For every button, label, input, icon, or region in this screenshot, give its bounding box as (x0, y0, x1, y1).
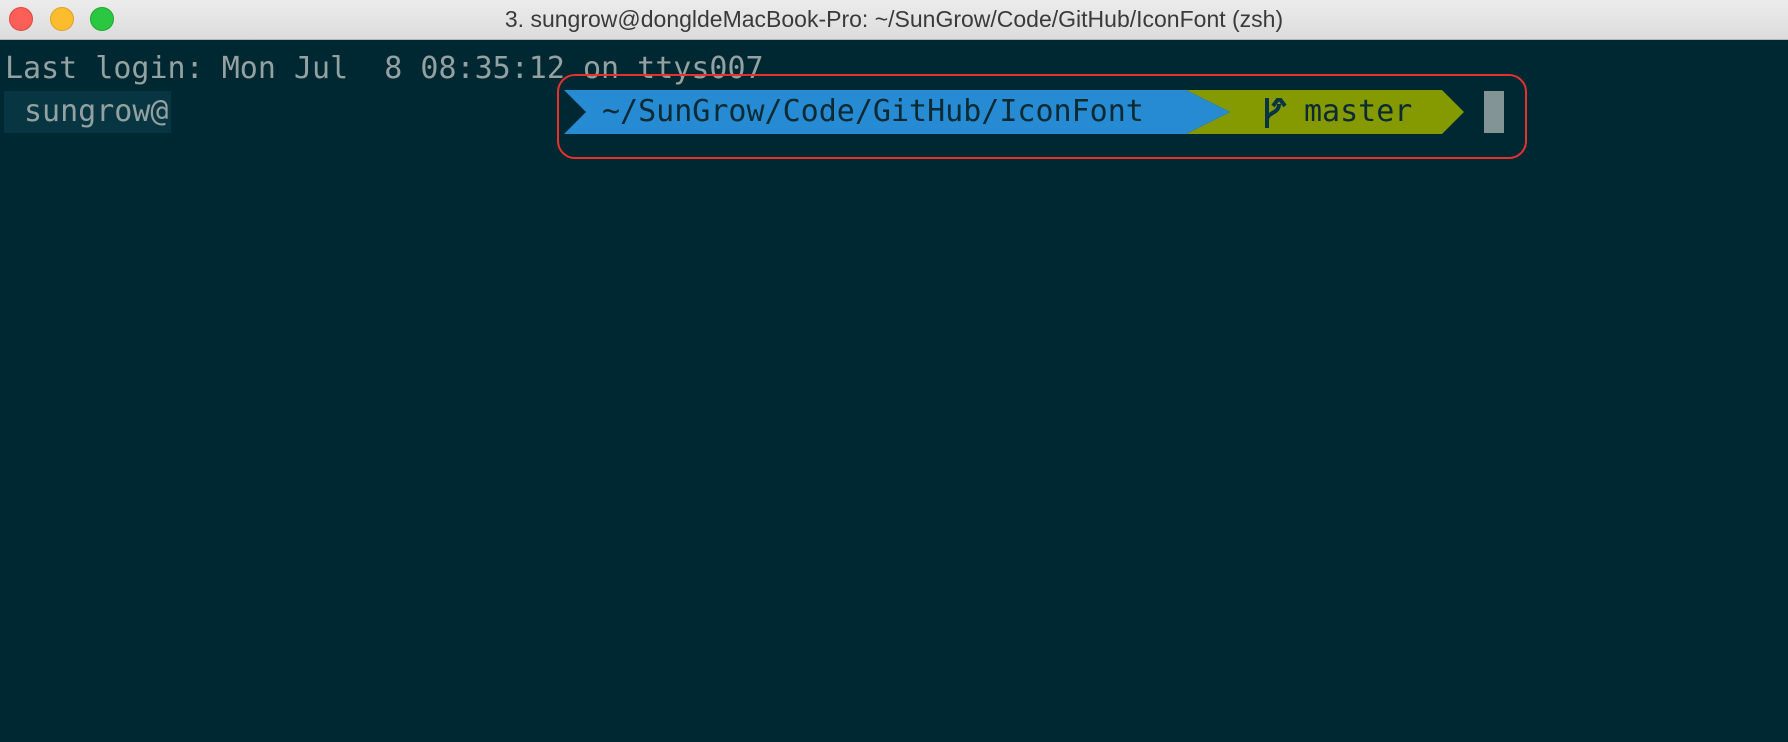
window-title: 3. sungrow@dongldeMacBook-Pro: ~/SunGrow… (504, 6, 1284, 32)
terminal-window: 3. sungrow@dongldeMacBook-Pro: ~/SunGrow… (0, 0, 1788, 742)
terminal-cursor (1484, 91, 1504, 133)
prompt-user-segment: sungrow@ (4, 91, 171, 133)
directory-label: ~/SunGrow/Code/GitHub/IconFont (602, 94, 1144, 129)
title-bar[interactable]: 3. sungrow@dongldeMacBook-Pro: ~/SunGrow… (0, 0, 1788, 40)
prompt-directory-segment: ~/SunGrow/Code/GitHub/IconFont (564, 90, 1230, 134)
terminal-content[interactable]: Last login: Mon Jul 8 08:35:12 on ttys00… (0, 41, 1788, 742)
